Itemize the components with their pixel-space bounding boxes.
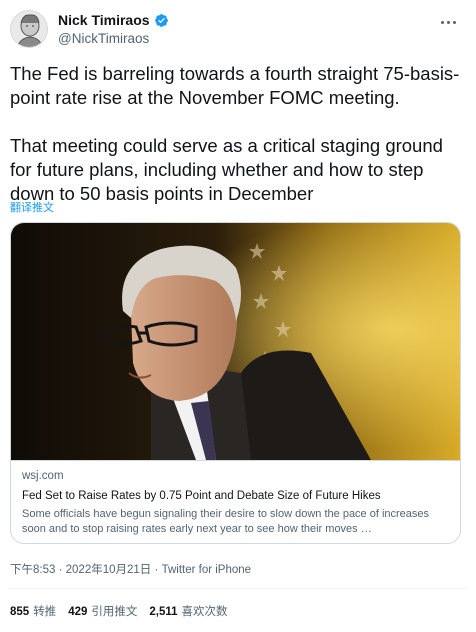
quotes-stat[interactable]: 429 引用推文 [68, 603, 137, 619]
more-icon[interactable] [436, 12, 460, 32]
card-title[interactable]: Fed Set to Raise Rates by 0.75 Point and… [22, 490, 451, 502]
tweet-stats: 855 转推 429 引用推文 2,511 喜欢次数 [10, 603, 228, 619]
display-name[interactable]: Nick Timiraos [58, 12, 150, 28]
retweets-count: 855 [10, 606, 30, 618]
tweet-time-link[interactable]: 下午8:53 [10, 564, 55, 576]
card-domain: wsj.com [22, 470, 64, 482]
verified-badge-icon [154, 13, 168, 27]
tweet-paragraph-1: The Fed is barreling towards a fourth st… [10, 63, 460, 108]
retweets-stat[interactable]: 855 转推 [10, 603, 56, 619]
card-description: Some officials have begun signaling thei… [22, 508, 430, 535]
likes-label: 喜欢次数 [181, 606, 228, 618]
retweets-label: 转推 [33, 606, 57, 618]
likes-stat[interactable]: 2,511 喜欢次数 [149, 603, 227, 619]
timestamp-separator: · [58, 564, 63, 576]
tweet-timestamp: 下午8:53 · 2022年10月21日 · Twitter for iPhon… [10, 561, 251, 577]
card-image [11, 223, 460, 460]
link-card[interactable]: wsj.com Fed Set to Raise Rates by 0.75 P… [10, 222, 461, 544]
divider [10, 588, 466, 589]
card-meta: wsj.com Fed Set to Raise Rates by 0.75 P… [11, 460, 460, 543]
tweet-date-link[interactable]: 2022年10月21日 [66, 564, 152, 576]
tweet-paragraph-2: That meeting could serve as a critical s… [10, 135, 443, 204]
avatar-portrait [11, 11, 47, 47]
quotes-label: 引用推文 [91, 606, 138, 618]
avatar[interactable] [10, 10, 48, 48]
quotes-count: 429 [68, 606, 88, 618]
tweet-header: Nick Timiraos @NickTimiraos [10, 10, 466, 50]
timestamp-separator: · [154, 564, 159, 576]
user-handle[interactable]: @NickTimiraos [58, 31, 149, 46]
tweet-source-link[interactable]: Twitter for iPhone [162, 564, 251, 576]
likes-count: 2,511 [149, 606, 178, 618]
tweet-text: The Fed is barreling towards a fourth st… [10, 62, 468, 206]
translate-tweet-link[interactable]: 翻译推文 [10, 199, 54, 215]
